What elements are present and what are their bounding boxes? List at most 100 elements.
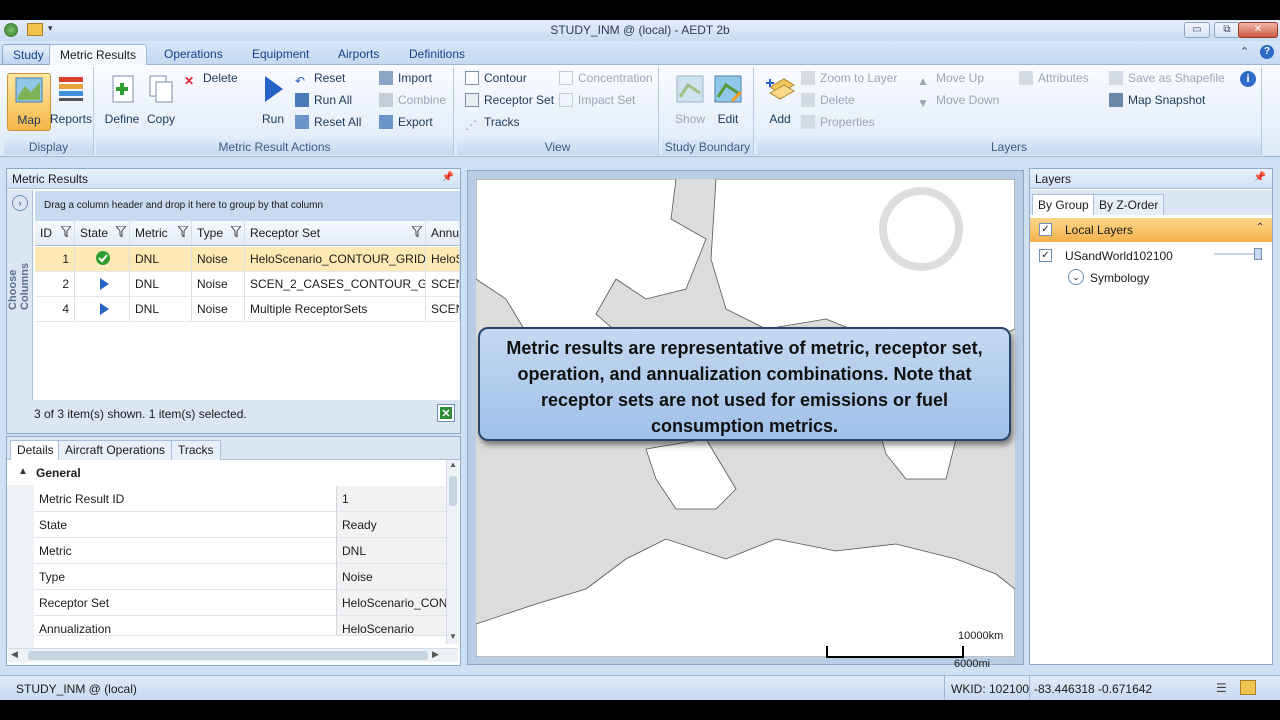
details-horizontal-scrollbar[interactable]: ◀ ▶: [8, 648, 458, 662]
receptor-set-button[interactable]: Receptor Set: [465, 93, 554, 111]
minimize-button[interactable]: ▭: [1184, 22, 1210, 38]
define-button[interactable]: Define: [100, 73, 144, 131]
layer-group-local[interactable]: ✓ Local Layers ⌃: [1030, 218, 1272, 242]
tab-definitions[interactable]: Definitions: [399, 44, 475, 65]
close-button[interactable]: ✕: [1238, 22, 1278, 38]
zoom-to-layer-button[interactable]: Zoom to Layer: [801, 71, 897, 89]
col-metric[interactable]: Metric: [130, 221, 192, 245]
concentration-button[interactable]: Concentration: [559, 71, 653, 89]
attributes-button[interactable]: Attributes: [1019, 71, 1089, 89]
display-group-label: Display: [4, 140, 93, 155]
pin-icon[interactable]: 📌: [1254, 172, 1266, 183]
tab-operations[interactable]: Operations: [154, 44, 233, 65]
scroll-right-icon[interactable]: ▶: [432, 649, 439, 660]
study-boundary-label: Study Boundary: [662, 140, 753, 155]
notifications-icon[interactable]: [1240, 680, 1256, 695]
export-grid-icon[interactable]: [437, 404, 455, 422]
prop-row[interactable]: Metric DNL: [34, 538, 446, 564]
layers-group-label: Layers: [757, 140, 1261, 155]
table-row[interactable]: 4 DNL Noise Multiple ReceptorSets SCEN: [35, 297, 460, 322]
run-all-button[interactable]: Run All: [295, 93, 352, 111]
prop-row[interactable]: Receptor Set HeloScenario_CON: [34, 590, 446, 616]
choose-columns-strip[interactable]: › Choose Columns: [7, 190, 33, 434]
col-state[interactable]: State: [75, 221, 130, 245]
zoom-to-layer-icon: [801, 71, 815, 85]
list-view-icon[interactable]: ☰: [1216, 681, 1227, 695]
restore-button[interactable]: ⧉: [1214, 22, 1240, 38]
layer-group-checkbox[interactable]: ✓: [1039, 223, 1052, 236]
filter-icon[interactable]: [116, 226, 126, 237]
tab-aircraft-operations[interactable]: Aircraft Operations: [58, 440, 173, 460]
prop-row[interactable]: State Ready: [34, 512, 446, 538]
edit-boundary-button[interactable]: Edit: [706, 73, 750, 131]
reset-button[interactable]: ↶ Reset: [295, 71, 345, 89]
collapse-section-icon[interactable]: ▲: [18, 466, 28, 477]
tracks-button[interactable]: ⋰ Tracks: [465, 115, 520, 133]
tab-by-group[interactable]: By Group: [1032, 194, 1095, 215]
copy-button[interactable]: Copy: [139, 73, 183, 131]
details-vertical-scrollbar[interactable]: ▲ ▼: [446, 460, 459, 644]
status-wkid: WKID: 102100: [951, 682, 1030, 696]
tab-equipment[interactable]: Equipment: [242, 44, 319, 65]
import-button[interactable]: Import: [379, 71, 432, 89]
tab-by-z-order[interactable]: By Z-Order: [1093, 194, 1165, 215]
tab-study[interactable]: Study: [2, 44, 55, 65]
map-snapshot-button[interactable]: Map Snapshot: [1109, 93, 1205, 111]
layer-checkbox[interactable]: ✓: [1039, 249, 1052, 262]
run-button[interactable]: Run: [251, 73, 295, 131]
combine-button[interactable]: Combine: [379, 93, 446, 111]
contour-button[interactable]: Contour: [465, 71, 527, 89]
prop-row[interactable]: Annualization HeloScenario: [34, 616, 446, 636]
collapse-ribbon-icon[interactable]: ⌃: [1240, 45, 1249, 58]
tab-metric-results[interactable]: Metric Results: [49, 44, 148, 65]
pin-icon[interactable]: 📌: [442, 172, 454, 183]
save-as-shapefile-button[interactable]: Save as Shapefile: [1109, 71, 1225, 89]
delete-button[interactable]: ✕ Delete: [184, 71, 238, 89]
scroll-left-icon[interactable]: ◀: [11, 649, 18, 660]
map-button[interactable]: Map: [7, 73, 51, 131]
filter-icon[interactable]: [61, 226, 71, 237]
help-icon[interactable]: ?: [1260, 45, 1274, 59]
copy-icon: [149, 75, 173, 103]
col-type[interactable]: Type: [192, 221, 245, 245]
symbology-label[interactable]: Symbology: [1090, 271, 1149, 285]
table-row[interactable]: 2 DNL Noise SCEN_2_CASES_CONTOUR_GRID SC…: [35, 272, 460, 297]
details-scroll-thumb-h[interactable]: [28, 651, 428, 660]
layer-opacity-handle[interactable]: [1254, 248, 1262, 260]
col-id[interactable]: ID: [35, 221, 75, 245]
collapse-group-icon[interactable]: ⌃: [1256, 222, 1264, 233]
filter-icon[interactable]: [178, 226, 188, 237]
move-down-icon: ▼: [917, 96, 929, 110]
scroll-down-icon[interactable]: ▼: [449, 632, 457, 641]
info-icon[interactable]: i: [1240, 71, 1256, 87]
move-down-button[interactable]: ▼ Move Down: [917, 93, 999, 111]
impact-set-button[interactable]: Impact Set: [559, 93, 635, 111]
details-scroll-thumb[interactable]: [449, 476, 457, 506]
tab-details[interactable]: Details: [10, 440, 61, 460]
reset-all-icon: [295, 115, 309, 129]
group-by-area[interactable]: Drag a column header and drop it here to…: [35, 191, 460, 221]
prop-row[interactable]: Type Noise: [34, 564, 446, 590]
layer-name[interactable]: USandWorld102100: [1065, 249, 1173, 263]
grid-footer: 3 of 3 item(s) shown. 1 item(s) selected…: [6, 400, 461, 434]
filter-icon[interactable]: [412, 226, 422, 237]
tab-airports[interactable]: Airports: [328, 44, 389, 65]
expand-columns-icon[interactable]: ›: [12, 195, 28, 211]
expand-symbology-icon[interactable]: ⌄: [1068, 269, 1084, 285]
export-button[interactable]: Export: [379, 115, 433, 133]
table-row[interactable]: 1 DNL Noise HeloScenario_CONTOUR_GRID He…: [35, 247, 460, 272]
tab-tracks[interactable]: Tracks: [171, 440, 221, 460]
prop-row[interactable]: Metric Result ID 1: [34, 486, 446, 512]
delete-layer-button[interactable]: Delete: [801, 93, 855, 111]
scroll-up-icon[interactable]: ▲: [449, 460, 457, 469]
layer-properties-button[interactable]: Properties: [801, 115, 875, 133]
move-up-button[interactable]: ▲ Move Up: [917, 71, 984, 89]
general-section-header[interactable]: ▲ General: [7, 461, 447, 485]
filter-icon[interactable]: [231, 226, 241, 237]
reset-all-button[interactable]: Reset All: [295, 115, 361, 133]
add-layer-button[interactable]: Add: [758, 73, 802, 131]
layers-ribbon-group: Add Zoom to Layer Delete Properties ▲ Mov…: [757, 67, 1262, 155]
col-annualization[interactable]: Annu: [426, 221, 460, 245]
col-receptor-set[interactable]: Receptor Set: [245, 221, 426, 245]
reports-button[interactable]: Reports: [48, 73, 94, 131]
